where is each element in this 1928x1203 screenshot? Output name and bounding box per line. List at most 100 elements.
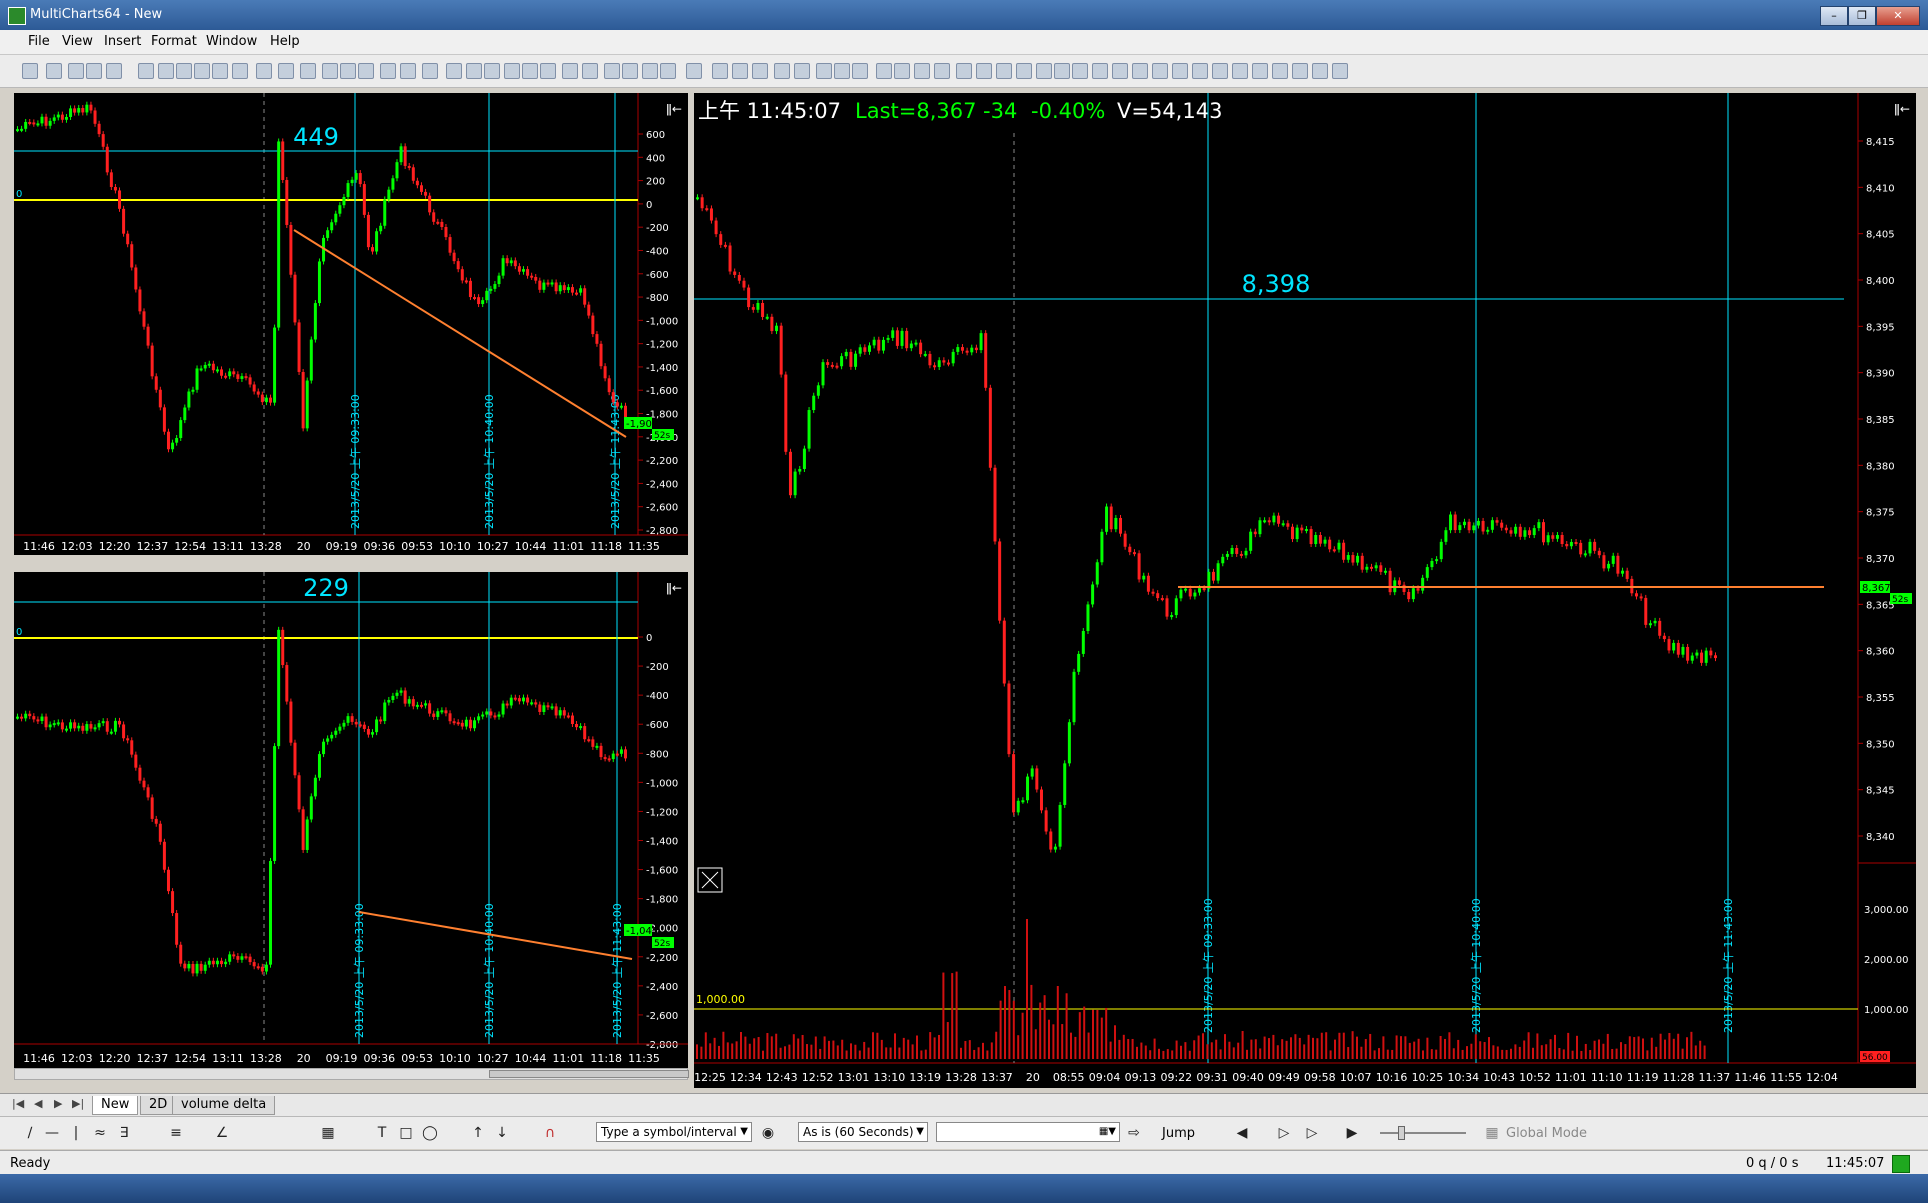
menu-format[interactable]: Format: [151, 34, 197, 49]
toolbar-button-43[interactable]: [914, 63, 930, 79]
date-picker[interactable]: ▦▼: [936, 1122, 1120, 1142]
toolbar-button-42[interactable]: [894, 63, 910, 79]
toolbar-button-50[interactable]: [1054, 63, 1070, 79]
vertical-line-tool-icon[interactable]: |: [68, 1125, 84, 1141]
toolbar-button-20[interactable]: [446, 63, 462, 79]
toolbar-button-7[interactable]: [176, 63, 192, 79]
magnet-icon[interactable]: ∩: [542, 1125, 558, 1141]
chart-main-svg[interactable]: ǁ← 8,415 8,410 8,405 8,400 8,395 8,390 8,385 8,3…: [694, 93, 1916, 1088]
interval-select[interactable]: As is (60 Seconds) ▼: [798, 1122, 928, 1142]
tab-new[interactable]: New: [92, 1096, 139, 1115]
toolbar-button-23[interactable]: [504, 63, 520, 79]
toolbar-button-18[interactable]: [400, 63, 416, 79]
global-mode-icon[interactable]: ▦: [1484, 1125, 1500, 1141]
toolbar-button-61[interactable]: [1272, 63, 1288, 79]
chart-bottom-left[interactable]: ǁ← 0 -200 -400 -600 -800 -1,000 -1,200 -1,400 -1,…: [14, 572, 688, 1068]
toolbar-button-58[interactable]: [1212, 63, 1228, 79]
tab-next-arrow[interactable]: ▶: [54, 1097, 62, 1110]
horizontal-line-tool-icon[interactable]: —: [44, 1125, 60, 1141]
toolbar-button-29[interactable]: [622, 63, 638, 79]
scroll-first-icon[interactable]: ◀: [1234, 1125, 1250, 1141]
toolbar-button-60[interactable]: [1252, 63, 1268, 79]
toolbar-button-0[interactable]: [22, 63, 38, 79]
toolbar-button-6[interactable]: [158, 63, 174, 79]
menu-help[interactable]: Help: [270, 34, 300, 49]
toolbar-button-52[interactable]: [1092, 63, 1108, 79]
toolbar-button-3[interactable]: [86, 63, 102, 79]
toolbar-button-21[interactable]: [466, 63, 482, 79]
zoom-slider[interactable]: [1380, 1126, 1466, 1140]
toolbar-button-10[interactable]: [232, 63, 248, 79]
tab-2d[interactable]: 2D: [140, 1096, 177, 1115]
symbol-input[interactable]: Type a symbol/interval ▼: [596, 1122, 752, 1142]
symbol-lookup-icon[interactable]: ◉: [760, 1125, 776, 1141]
toolbar-button-31[interactable]: [660, 63, 676, 79]
tab-first-arrow[interactable]: |◀: [12, 1097, 24, 1110]
toolbar-button-35[interactable]: [752, 63, 768, 79]
fibonacci-tool-icon[interactable]: ≈: [92, 1125, 108, 1141]
menu-window[interactable]: Window: [206, 34, 257, 49]
toolbar-button-49[interactable]: [1036, 63, 1052, 79]
toolbar-button-1[interactable]: [46, 63, 62, 79]
toolbar-button-14[interactable]: [322, 63, 338, 79]
toolbar-button-54[interactable]: [1132, 63, 1148, 79]
chart-top-left[interactable]: ǁ← 600 400 200 0 -200 -400 -600 -800 -1,000 -1,200…: [14, 93, 688, 555]
toolbar-button-34[interactable]: [732, 63, 748, 79]
toolbar-button-5[interactable]: [138, 63, 154, 79]
jump-button[interactable]: Jump: [1162, 1126, 1195, 1141]
menu-view[interactable]: View: [62, 34, 93, 49]
toolbar-button-9[interactable]: [212, 63, 228, 79]
toolbar-button-30[interactable]: [642, 63, 658, 79]
jump-icon[interactable]: ⇨: [1126, 1125, 1142, 1141]
toolbar-button-53[interactable]: [1112, 63, 1128, 79]
arrow-up-tool-icon[interactable]: ↑: [470, 1125, 486, 1141]
toolbar-button-8[interactable]: [194, 63, 210, 79]
toolbar-button-59[interactable]: [1232, 63, 1248, 79]
toolbar-button-26[interactable]: [562, 63, 578, 79]
toolbar-button-22[interactable]: [484, 63, 500, 79]
toolbar-button-24[interactable]: [522, 63, 538, 79]
toolbar-button-12[interactable]: [278, 63, 294, 79]
toolbar-button-36[interactable]: [774, 63, 790, 79]
toolbar-button-64[interactable]: [1332, 63, 1348, 79]
tab-prev-arrow[interactable]: ◀: [34, 1097, 42, 1110]
toolbar-button-38[interactable]: [816, 63, 832, 79]
menu-insert[interactable]: Insert: [104, 34, 141, 49]
toolbar-button-4[interactable]: [106, 63, 122, 79]
chart-top-left-svg[interactable]: ǁ←6004002000-200-400-600-800-1,000-1,200…: [14, 93, 688, 555]
toolbar-button-63[interactable]: [1312, 63, 1328, 79]
zoom-slider-thumb[interactable]: [1398, 1126, 1405, 1140]
toolbar-button-40[interactable]: [852, 63, 868, 79]
toolbar-button-56[interactable]: [1172, 63, 1188, 79]
toolbar-button-48[interactable]: [1016, 63, 1032, 79]
toolbar-button-45[interactable]: [956, 63, 972, 79]
tab-last-arrow[interactable]: ▶|: [72, 1097, 84, 1110]
grid-tool-icon[interactable]: ▦: [320, 1125, 336, 1141]
toolbar-button-41[interactable]: [876, 63, 892, 79]
toolbar-button-28[interactable]: [604, 63, 620, 79]
toolbar-button-46[interactable]: [976, 63, 992, 79]
chart-main[interactable]: ǁ← 8,415 8,410 8,405 8,400 8,395 8,390 8,385 8,3…: [694, 93, 1916, 1088]
ellipse-tool-icon[interactable]: ◯: [422, 1125, 438, 1141]
bottom-left-scrollbar[interactable]: [14, 1068, 689, 1080]
minimize-button[interactable]: –: [1820, 6, 1848, 26]
arrow-down-tool-icon[interactable]: ↓: [494, 1125, 510, 1141]
gann-tool-icon[interactable]: ∠: [214, 1125, 230, 1141]
pitchfork-tool-icon[interactable]: ∃: [116, 1125, 132, 1141]
toolbar-button-32[interactable]: [686, 63, 702, 79]
scroll-step-icon[interactable]: ▷: [1304, 1125, 1320, 1141]
text-tool-icon[interactable]: T: [374, 1125, 390, 1141]
restore-button[interactable]: ❐: [1848, 6, 1876, 26]
toolbar-button-62[interactable]: [1292, 63, 1308, 79]
toolbar-button-11[interactable]: [256, 63, 272, 79]
menu-file[interactable]: File: [28, 34, 50, 49]
toolbar-button-25[interactable]: [540, 63, 556, 79]
toolbar-button-33[interactable]: [712, 63, 728, 79]
toolbar-button-2[interactable]: [68, 63, 84, 79]
toolbar-button-16[interactable]: [358, 63, 374, 79]
chart-bottom-left-svg[interactable]: ǁ← 0 -200 -400 -600 -800 -1,000 -1,200 -1,400 -1,…: [14, 572, 688, 1068]
toolbar-button-57[interactable]: [1192, 63, 1208, 79]
scroll-last-icon[interactable]: ▶: [1344, 1125, 1360, 1141]
toolbar-button-15[interactable]: [340, 63, 356, 79]
global-mode-button[interactable]: Global Mode: [1506, 1126, 1587, 1141]
